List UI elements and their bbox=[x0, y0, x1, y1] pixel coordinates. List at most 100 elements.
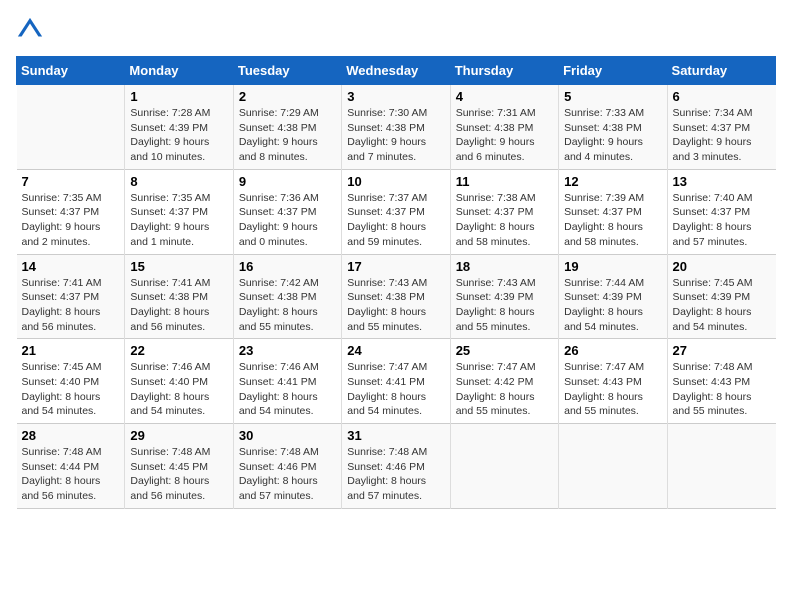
weekday-header: Saturday bbox=[667, 57, 775, 85]
day-number: 10 bbox=[347, 174, 444, 189]
calendar-cell: 14 Sunrise: 7:41 AM Sunset: 4:37 PM Dayli… bbox=[17, 254, 125, 339]
calendar-cell: 23 Sunrise: 7:46 AM Sunset: 4:41 PM Dayli… bbox=[233, 339, 341, 424]
calendar-cell bbox=[667, 424, 775, 509]
day-number: 14 bbox=[22, 259, 120, 274]
calendar-cell: 20 Sunrise: 7:45 AM Sunset: 4:39 PM Dayli… bbox=[667, 254, 775, 339]
calendar-cell: 12Sunrise: 7:39 AM Sunset: 4:37 PM Dayli… bbox=[559, 169, 667, 254]
day-info: Sunrise: 7:48 AM Sunset: 4:45 PM Dayligh… bbox=[130, 445, 227, 504]
logo-icon bbox=[16, 16, 44, 44]
day-info: Sunrise: 7:43 AM Sunset: 4:39 PM Dayligh… bbox=[456, 276, 553, 335]
day-info: Sunrise: 7:46 AM Sunset: 4:41 PM Dayligh… bbox=[239, 360, 336, 419]
day-number: 21 bbox=[22, 343, 120, 358]
logo bbox=[16, 16, 48, 44]
day-number: 7 bbox=[22, 174, 120, 189]
calendar-cell bbox=[17, 85, 125, 170]
calendar-cell: 26 Sunrise: 7:47 AM Sunset: 4:43 PM Dayli… bbox=[559, 339, 667, 424]
calendar-cell: 29 Sunrise: 7:48 AM Sunset: 4:45 PM Dayli… bbox=[125, 424, 233, 509]
calendar-week-row: 21 Sunrise: 7:45 AM Sunset: 4:40 PM Dayli… bbox=[17, 339, 776, 424]
day-info: Sunrise: 7:33 AM Sunset: 4:38 PM Dayligh… bbox=[564, 106, 661, 165]
calendar-cell: 9Sunrise: 7:36 AM Sunset: 4:37 PM Daylig… bbox=[233, 169, 341, 254]
day-number: 13 bbox=[673, 174, 771, 189]
day-number: 5 bbox=[564, 89, 661, 104]
day-info: Sunrise: 7:29 AM Sunset: 4:38 PM Dayligh… bbox=[239, 106, 336, 165]
calendar-cell: 18 Sunrise: 7:43 AM Sunset: 4:39 PM Dayli… bbox=[450, 254, 558, 339]
calendar-cell: 1 Sunrise: 7:28 AM Sunset: 4:39 PM Daylig… bbox=[125, 85, 233, 170]
calendar-cell: 7 Sunrise: 7:35 AM Sunset: 4:37 PM Daylig… bbox=[17, 169, 125, 254]
day-number: 17 bbox=[347, 259, 444, 274]
calendar-cell: 22Sunrise: 7:46 AM Sunset: 4:40 PM Dayli… bbox=[125, 339, 233, 424]
day-number: 19 bbox=[564, 259, 661, 274]
calendar-cell: 27Sunrise: 7:48 AM Sunset: 4:43 PM Dayli… bbox=[667, 339, 775, 424]
calendar-cell: 4 Sunrise: 7:31 AM Sunset: 4:38 PM Daylig… bbox=[450, 85, 558, 170]
day-number: 18 bbox=[456, 259, 553, 274]
day-number: 15 bbox=[130, 259, 227, 274]
page-header bbox=[16, 16, 776, 44]
day-info: Sunrise: 7:41 AM Sunset: 4:38 PM Dayligh… bbox=[130, 276, 227, 335]
day-info: Sunrise: 7:38 AM Sunset: 4:37 PM Dayligh… bbox=[456, 191, 553, 250]
day-info: Sunrise: 7:46 AM Sunset: 4:40 PM Dayligh… bbox=[130, 360, 227, 419]
weekday-header: Tuesday bbox=[233, 57, 341, 85]
day-info: Sunrise: 7:30 AM Sunset: 4:38 PM Dayligh… bbox=[347, 106, 444, 165]
day-info: Sunrise: 7:36 AM Sunset: 4:37 PM Dayligh… bbox=[239, 191, 336, 250]
day-info: Sunrise: 7:40 AM Sunset: 4:37 PM Dayligh… bbox=[673, 191, 771, 250]
day-number: 4 bbox=[456, 89, 553, 104]
day-number: 28 bbox=[22, 428, 120, 443]
day-info: Sunrise: 7:28 AM Sunset: 4:39 PM Dayligh… bbox=[130, 106, 227, 165]
day-info: Sunrise: 7:47 AM Sunset: 4:43 PM Dayligh… bbox=[564, 360, 661, 419]
calendar-cell: 3 Sunrise: 7:30 AM Sunset: 4:38 PM Daylig… bbox=[342, 85, 450, 170]
calendar-table: SundayMondayTuesdayWednesdayThursdayFrid… bbox=[16, 56, 776, 509]
day-info: Sunrise: 7:45 AM Sunset: 4:40 PM Dayligh… bbox=[22, 360, 120, 419]
calendar-week-row: 28 Sunrise: 7:48 AM Sunset: 4:44 PM Dayli… bbox=[17, 424, 776, 509]
day-info: Sunrise: 7:47 AM Sunset: 4:41 PM Dayligh… bbox=[347, 360, 444, 419]
calendar-cell bbox=[450, 424, 558, 509]
day-info: Sunrise: 7:31 AM Sunset: 4:38 PM Dayligh… bbox=[456, 106, 553, 165]
day-number: 8 bbox=[130, 174, 227, 189]
weekday-header: Wednesday bbox=[342, 57, 450, 85]
day-number: 11 bbox=[456, 174, 553, 189]
day-number: 26 bbox=[564, 343, 661, 358]
day-number: 23 bbox=[239, 343, 336, 358]
calendar-cell: 11 Sunrise: 7:38 AM Sunset: 4:37 PM Dayli… bbox=[450, 169, 558, 254]
weekday-header: Thursday bbox=[450, 57, 558, 85]
day-number: 2 bbox=[239, 89, 336, 104]
day-info: Sunrise: 7:41 AM Sunset: 4:37 PM Dayligh… bbox=[22, 276, 120, 335]
day-number: 6 bbox=[673, 89, 771, 104]
calendar-cell: 17 Sunrise: 7:43 AM Sunset: 4:38 PM Dayli… bbox=[342, 254, 450, 339]
day-number: 16 bbox=[239, 259, 336, 274]
calendar-cell: 13 Sunrise: 7:40 AM Sunset: 4:37 PM Dayli… bbox=[667, 169, 775, 254]
day-info: Sunrise: 7:43 AM Sunset: 4:38 PM Dayligh… bbox=[347, 276, 444, 335]
day-number: 31 bbox=[347, 428, 444, 443]
calendar-cell: 24 Sunrise: 7:47 AM Sunset: 4:41 PM Dayli… bbox=[342, 339, 450, 424]
weekday-header: Sunday bbox=[17, 57, 125, 85]
calendar-cell: 6Sunrise: 7:34 AM Sunset: 4:37 PM Daylig… bbox=[667, 85, 775, 170]
calendar-cell: 16 Sunrise: 7:42 AM Sunset: 4:38 PM Dayli… bbox=[233, 254, 341, 339]
day-info: Sunrise: 7:37 AM Sunset: 4:37 PM Dayligh… bbox=[347, 191, 444, 250]
calendar-week-row: 7 Sunrise: 7:35 AM Sunset: 4:37 PM Daylig… bbox=[17, 169, 776, 254]
calendar-cell: 8 Sunrise: 7:35 AM Sunset: 4:37 PM Daylig… bbox=[125, 169, 233, 254]
day-number: 30 bbox=[239, 428, 336, 443]
day-info: Sunrise: 7:39 AM Sunset: 4:37 PM Dayligh… bbox=[564, 191, 661, 250]
calendar-cell: 31 Sunrise: 7:48 AM Sunset: 4:46 PM Dayli… bbox=[342, 424, 450, 509]
day-info: Sunrise: 7:45 AM Sunset: 4:39 PM Dayligh… bbox=[673, 276, 771, 335]
day-info: Sunrise: 7:48 AM Sunset: 4:43 PM Dayligh… bbox=[673, 360, 771, 419]
calendar-cell: 10 Sunrise: 7:37 AM Sunset: 4:37 PM Dayli… bbox=[342, 169, 450, 254]
weekday-header-row: SundayMondayTuesdayWednesdayThursdayFrid… bbox=[17, 57, 776, 85]
calendar-cell: 30Sunrise: 7:48 AM Sunset: 4:46 PM Dayli… bbox=[233, 424, 341, 509]
calendar-cell: 2 Sunrise: 7:29 AM Sunset: 4:38 PM Daylig… bbox=[233, 85, 341, 170]
day-number: 29 bbox=[130, 428, 227, 443]
day-info: Sunrise: 7:42 AM Sunset: 4:38 PM Dayligh… bbox=[239, 276, 336, 335]
day-info: Sunrise: 7:48 AM Sunset: 4:46 PM Dayligh… bbox=[347, 445, 444, 504]
calendar-cell: 15 Sunrise: 7:41 AM Sunset: 4:38 PM Dayli… bbox=[125, 254, 233, 339]
day-info: Sunrise: 7:48 AM Sunset: 4:44 PM Dayligh… bbox=[22, 445, 120, 504]
day-info: Sunrise: 7:44 AM Sunset: 4:39 PM Dayligh… bbox=[564, 276, 661, 335]
day-number: 3 bbox=[347, 89, 444, 104]
day-info: Sunrise: 7:47 AM Sunset: 4:42 PM Dayligh… bbox=[456, 360, 553, 419]
calendar-week-row: 1 Sunrise: 7:28 AM Sunset: 4:39 PM Daylig… bbox=[17, 85, 776, 170]
day-number: 20 bbox=[673, 259, 771, 274]
day-number: 1 bbox=[130, 89, 227, 104]
day-info: Sunrise: 7:35 AM Sunset: 4:37 PM Dayligh… bbox=[22, 191, 120, 250]
day-info: Sunrise: 7:35 AM Sunset: 4:37 PM Dayligh… bbox=[130, 191, 227, 250]
day-number: 25 bbox=[456, 343, 553, 358]
weekday-header: Monday bbox=[125, 57, 233, 85]
day-number: 24 bbox=[347, 343, 444, 358]
